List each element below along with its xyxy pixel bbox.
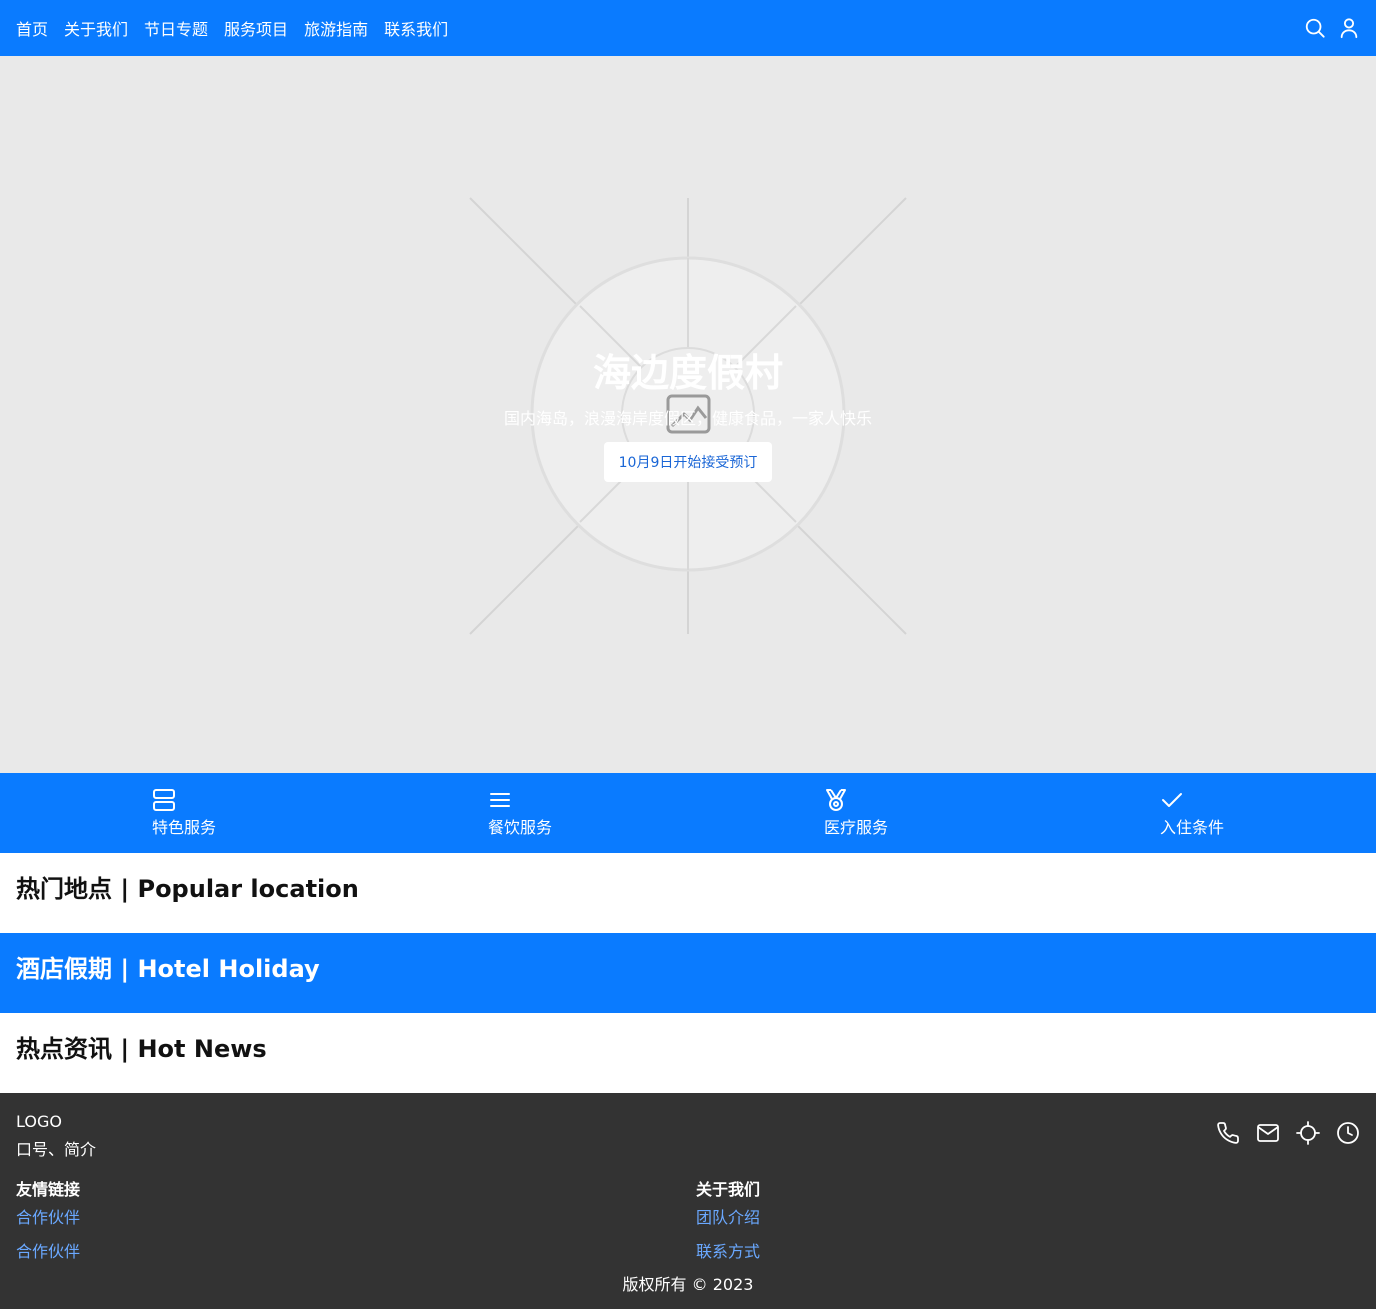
nav-links: 首页 关于我们 节日专题 服务项目 旅游指南 联系我们: [16, 16, 448, 40]
section-popular-location: 热门地点 | Popular location: [0, 853, 1376, 933]
section-hot-news: 热点资讯 | Hot News: [0, 1013, 1376, 1093]
nav-link-services[interactable]: 服务项目: [224, 16, 288, 40]
footer-about-us: 关于我们 团队介绍 联系方式: [696, 1176, 760, 1262]
service-label: 入住条件: [1160, 818, 1225, 837]
clock-icon[interactable]: [1336, 1121, 1360, 1145]
booking-button[interactable]: 10月9日开始接受预订: [604, 442, 772, 482]
section-heading: 热点资讯 | Hot News: [16, 1035, 267, 1063]
footer-contact-icons: [1216, 1121, 1360, 1145]
medal-icon: [824, 788, 848, 812]
user-icon[interactable]: [1338, 17, 1360, 39]
footer-friend-links: 友情链接 合作伙伴 合作伙伴: [16, 1176, 80, 1262]
phone-icon[interactable]: [1216, 1121, 1240, 1145]
copyright: 版权所有 © 2023: [622, 1275, 754, 1294]
menu-icon: [488, 788, 512, 812]
hero-banner: 海边度假村 国内海岛，浪漫海岸度假区，健康食品，一家人快乐 10月9日开始接受预…: [0, 56, 1376, 773]
nav-link-guide[interactable]: 旅游指南: [304, 16, 368, 40]
services-bar: 特色服务 餐饮服务 医疗服务 入住条件: [0, 773, 1376, 853]
footer: LOGO 口号、简介 友情链接 合作伙伴 合作伙伴 关于我们 团队介绍 联系方式…: [0, 1093, 1376, 1309]
section-hotel-holiday: 酒店假期 | Hotel Holiday: [0, 933, 1376, 1013]
section-heading: 热门地点 | Popular location: [16, 875, 359, 903]
service-label: 医疗服务: [824, 818, 889, 837]
mail-icon[interactable]: [1256, 1121, 1280, 1145]
footer-link-partner[interactable]: 合作伙伴: [16, 1204, 80, 1228]
check-icon: [1160, 788, 1184, 812]
nav-link-contact[interactable]: 联系我们: [384, 16, 448, 40]
service-label: 特色服务: [152, 818, 217, 837]
service-item-dining[interactable]: 餐饮服务: [488, 773, 552, 853]
service-item-medical[interactable]: 医疗服务: [824, 773, 888, 853]
footer-link-contact[interactable]: 联系方式: [696, 1238, 760, 1262]
nav-link-home[interactable]: 首页: [16, 16, 48, 40]
service-label: 餐饮服务: [488, 818, 553, 837]
footer-logo: LOGO: [16, 1112, 62, 1131]
location-icon[interactable]: [1296, 1121, 1320, 1145]
footer-slogan: 口号、简介: [16, 1140, 97, 1159]
service-item-featured[interactable]: 特色服务: [152, 773, 216, 853]
footer-col-title: 关于我们: [696, 1180, 761, 1199]
footer-col-title: 友情链接: [16, 1180, 81, 1199]
nav-icons: [1304, 17, 1360, 39]
top-navbar: 首页 关于我们 节日专题 服务项目 旅游指南 联系我们: [0, 0, 1376, 56]
nav-link-about[interactable]: 关于我们: [64, 16, 128, 40]
service-item-checkin[interactable]: 入住条件: [1160, 773, 1224, 853]
hero-title: 海边度假村: [592, 351, 783, 395]
nav-link-festival[interactable]: 节日专题: [144, 16, 208, 40]
search-icon[interactable]: [1304, 17, 1326, 39]
server-icon: [152, 788, 176, 812]
section-heading: 酒店假期 | Hotel Holiday: [16, 955, 320, 983]
hero-subtitle: 国内海岛，浪漫海岸度假区，健康食品，一家人快乐: [503, 409, 872, 428]
footer-link-partner[interactable]: 合作伙伴: [16, 1238, 80, 1262]
footer-link-team[interactable]: 团队介绍: [696, 1204, 760, 1228]
